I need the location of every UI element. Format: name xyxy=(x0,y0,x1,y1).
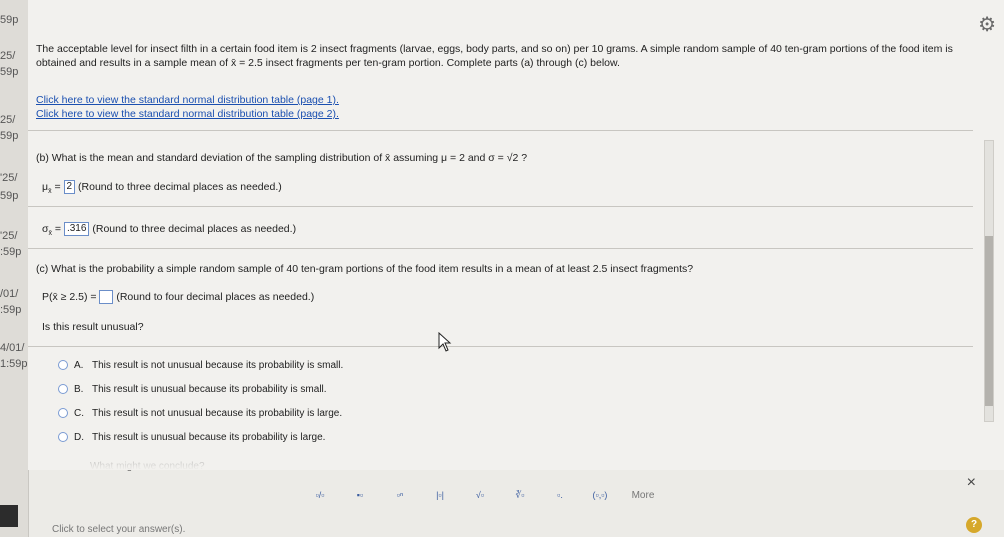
mixed-number-tool-button[interactable]: ▪▫ xyxy=(340,490,380,500)
gutter-label: 4/01/ xyxy=(0,342,25,354)
decimal-tool-button[interactable]: ▫. xyxy=(540,490,580,500)
gutter-label: :59p xyxy=(0,246,22,258)
help-icon[interactable]: ? xyxy=(966,517,982,533)
problem-statement: The acceptable level for insect filth in… xyxy=(36,43,953,69)
mu-hint: (Round to three decimal places as needed… xyxy=(78,181,282,193)
radio-button[interactable] xyxy=(58,384,68,395)
radio-button[interactable] xyxy=(58,360,68,371)
mouse-cursor-icon xyxy=(438,332,452,352)
table-link-page-1[interactable]: Click here to view the standard normal d… xyxy=(36,94,339,106)
gutter-label: 25/ xyxy=(0,114,16,126)
select-answer-hint: Click to select your answer(s). xyxy=(52,524,186,535)
divider xyxy=(28,206,973,207)
gutter-label: 59p xyxy=(0,14,19,26)
sigma-row: σx̄ = .316 (Round to three decimal place… xyxy=(42,222,297,238)
sigma-subscript: x̄ xyxy=(48,230,52,238)
side-tab xyxy=(0,505,18,527)
mu-answer-box[interactable]: 2 xyxy=(63,180,76,195)
ordered-pair-tool-button[interactable]: (▫,▫) xyxy=(580,490,620,500)
square-root-tool-button[interactable]: √▫ xyxy=(460,490,500,500)
sigma-hint: (Round to three decimal places as needed… xyxy=(92,223,297,235)
sigma-answer-box[interactable]: .316 xyxy=(63,222,90,237)
question-panel: ⚙ The acceptable level for insect filth … xyxy=(28,0,1004,472)
probability-answer-box[interactable] xyxy=(99,290,114,305)
divider xyxy=(28,346,973,347)
scroll-thumb[interactable] xyxy=(985,236,993,406)
radio-button[interactable] xyxy=(58,432,68,443)
gutter-label: 25/ xyxy=(0,50,16,62)
part-b-question: (b) What is the mean and standard deviat… xyxy=(36,152,528,164)
choice-b[interactable]: B. This result is unusual because its pro… xyxy=(58,384,327,395)
choice-a[interactable]: A. This result is not unusual because its… xyxy=(58,360,343,371)
probability-hint: (Round to four decimal places as needed.… xyxy=(116,291,315,303)
gutter-label: 59p xyxy=(0,130,19,142)
gutter-label: '25/ xyxy=(0,230,18,242)
gutter-label: '25/ xyxy=(0,172,18,184)
gutter-label: :59p xyxy=(0,304,22,316)
divider xyxy=(28,130,973,131)
fade-overlay xyxy=(28,442,1004,470)
more-tools-button[interactable]: More xyxy=(620,490,666,501)
exponent-tool-button[interactable]: ▫ⁿ xyxy=(380,490,420,500)
gutter-label: 59p xyxy=(0,190,19,202)
divider xyxy=(28,248,973,249)
part-c-question: (c) What is the probability a simple ran… xyxy=(36,263,694,275)
gutter-label: 1:59p xyxy=(0,358,28,370)
left-gutter: 59p 25/ 59p 25/ 59p '25/ 59p '25/ :59p /… xyxy=(0,0,29,537)
table-link-page-2[interactable]: Click here to view the standard normal d… xyxy=(36,108,339,120)
probability-row: P(x̄ ≥ 2.5) = (Round to four decimal pla… xyxy=(42,290,315,305)
absolute-value-tool-button[interactable]: |▫| xyxy=(420,490,460,500)
mu-row: μx̄ = 2 (Round to three decimal places a… xyxy=(42,180,282,196)
mu-subscript: x̄ xyxy=(48,188,52,196)
math-toolbar: ▫/▫ ▪▫ ▫ⁿ |▫| √▫ ∛▫ ▫. (▫,▫) More xyxy=(300,482,730,508)
probability-label: P(x̄ ≥ 2.5) = xyxy=(42,291,97,303)
close-icon[interactable]: × xyxy=(967,474,976,492)
fraction-tool-button[interactable]: ▫/▫ xyxy=(300,490,340,500)
gutter-label: 59p xyxy=(0,66,19,78)
gear-icon[interactable]: ⚙ xyxy=(978,12,996,37)
choice-c[interactable]: C. This result is not unusual because its… xyxy=(58,408,342,419)
radio-button[interactable] xyxy=(58,408,68,419)
gutter-label: /01/ xyxy=(0,288,19,300)
nth-root-tool-button[interactable]: ∛▫ xyxy=(500,490,540,501)
unusual-question: Is this result unusual? xyxy=(42,321,144,333)
scrollbar[interactable] xyxy=(984,140,994,422)
